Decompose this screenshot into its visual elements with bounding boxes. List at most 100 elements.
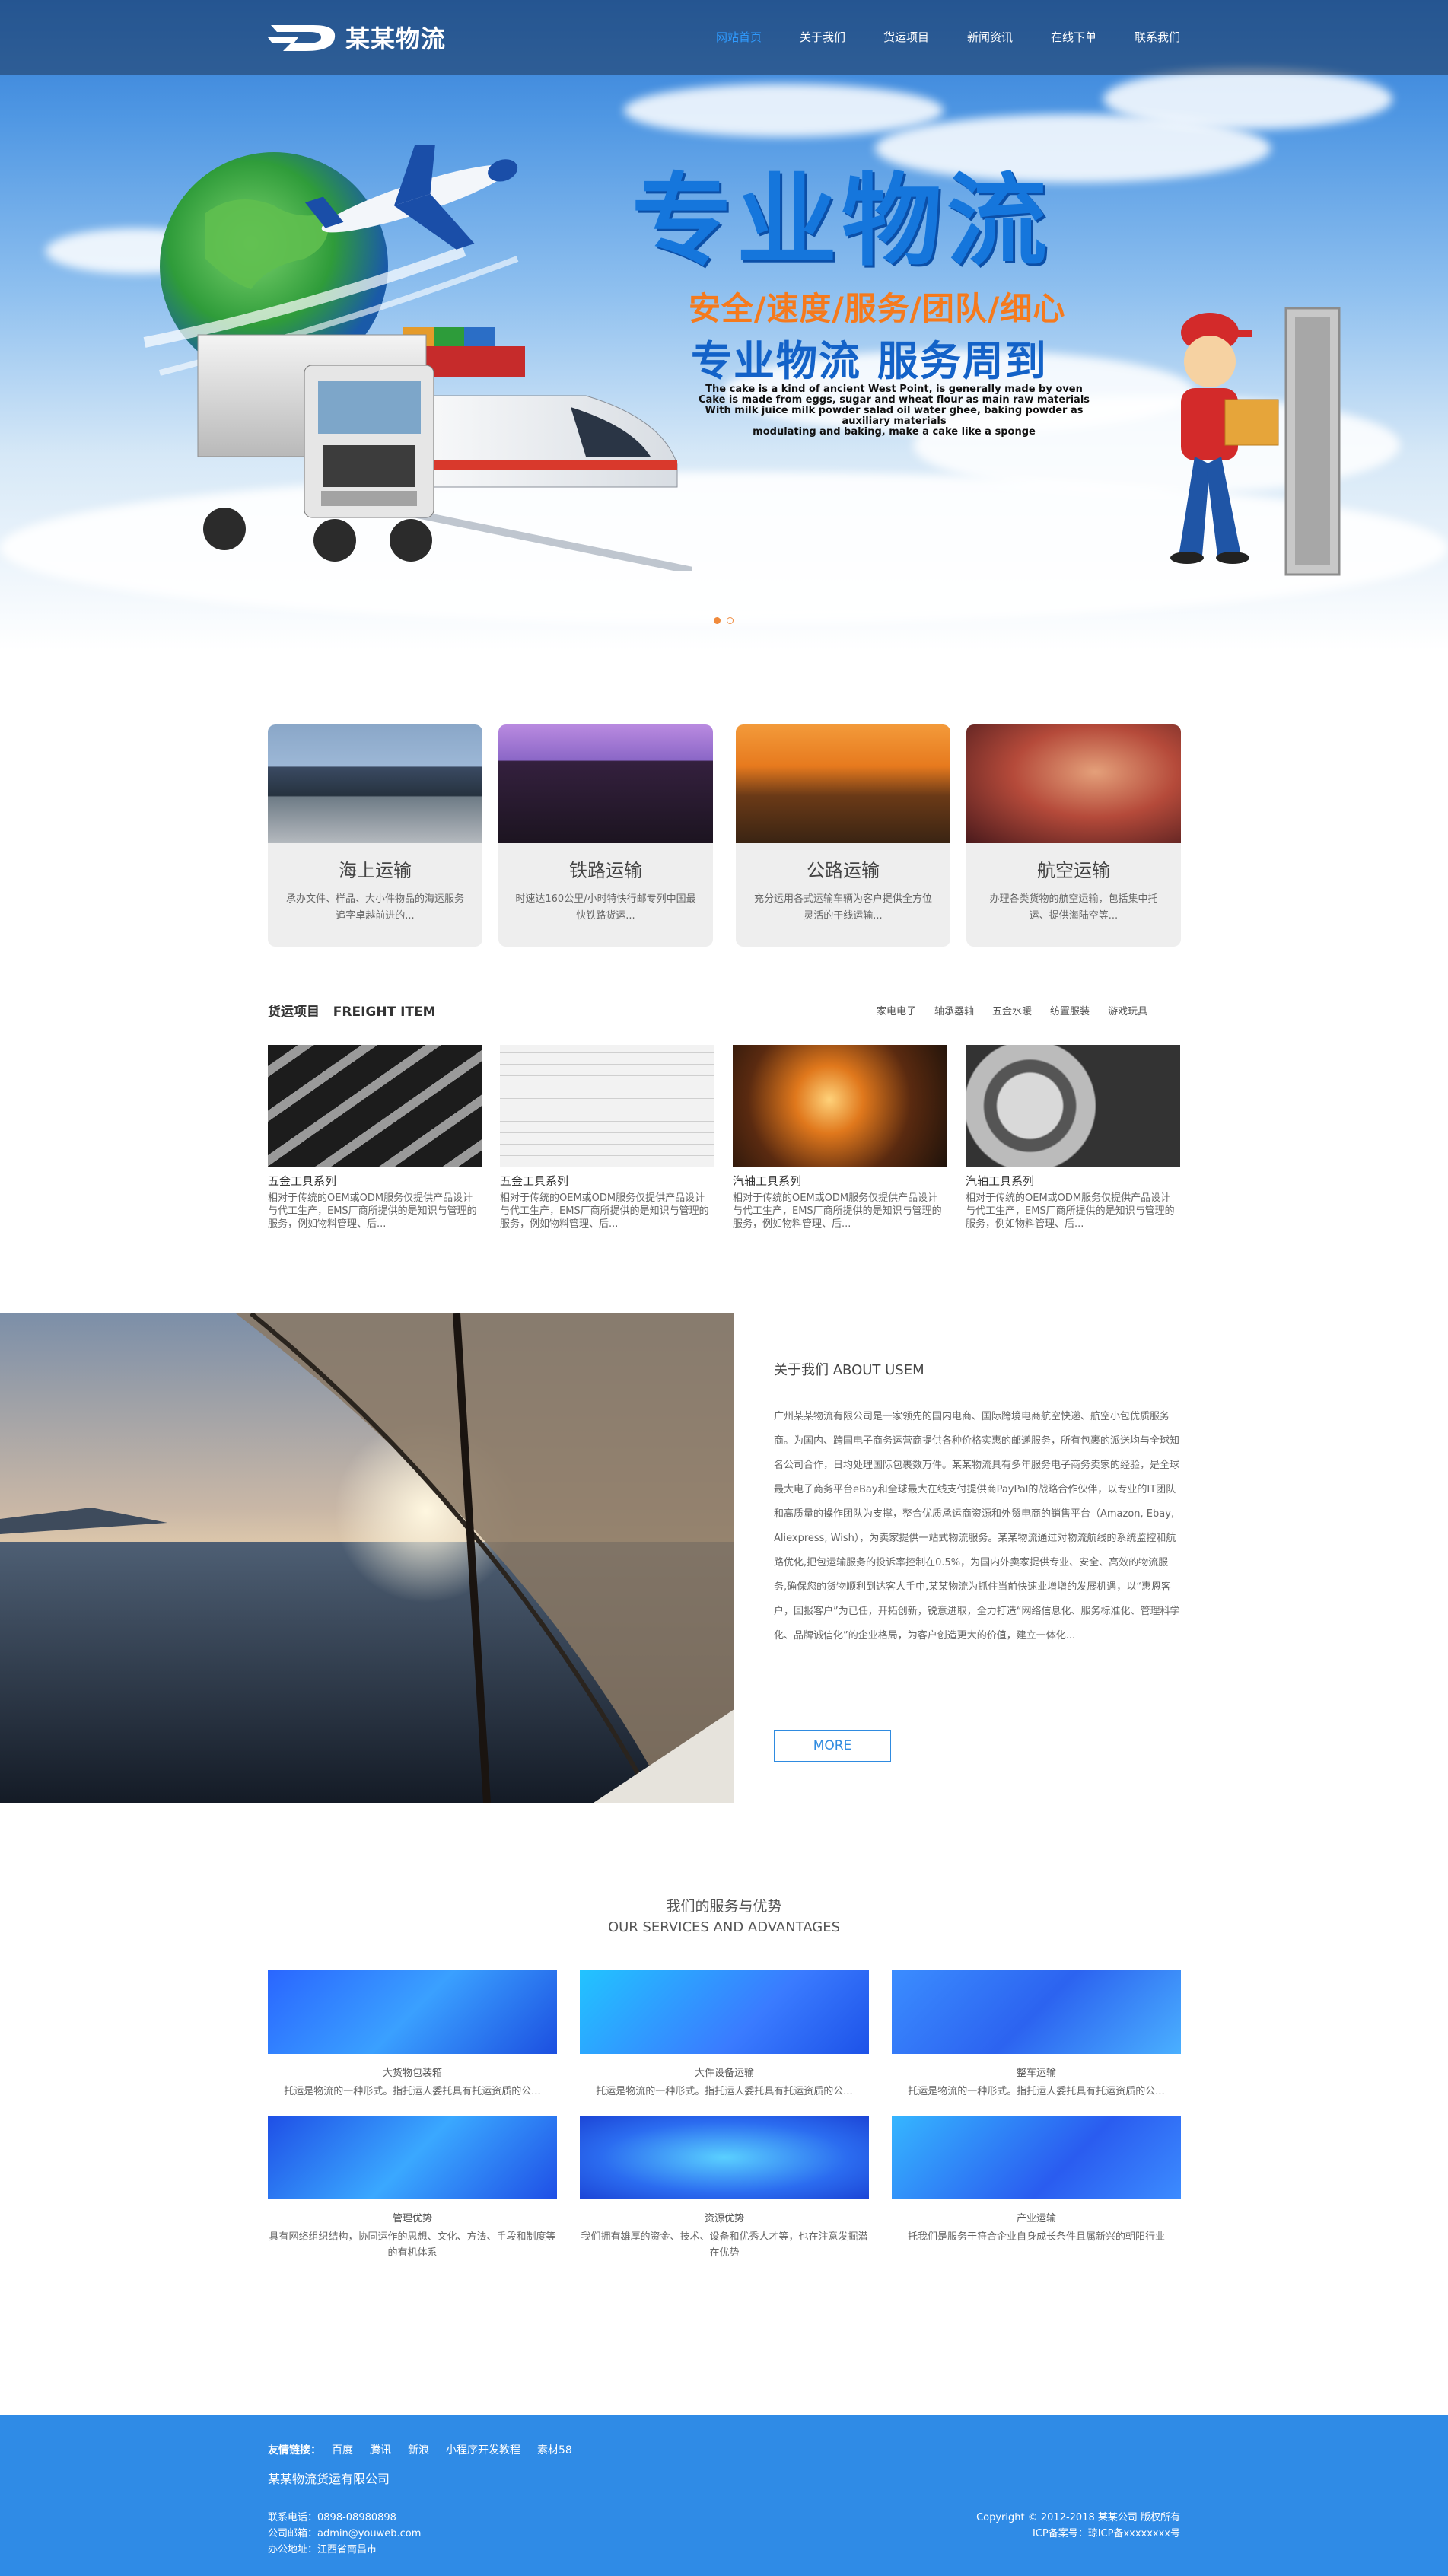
transport-card-rail[interactable]: 铁路运输 时速达160公里/小时特快行邮专列中国最快铁路货运... bbox=[498, 724, 713, 947]
freight-item[interactable]: 汽轴工具系列 相对于传统的OEM或ODM服务仅提供产品设计与代工生产，EMS厂商… bbox=[966, 1045, 1180, 1231]
nav-freight[interactable]: 货运项目 bbox=[864, 29, 948, 45]
service-item[interactable]: 资源优势 我们拥有雄厚的资金、技术、设备和优秀人才等，也在注意发掘潜在优势 bbox=[580, 2116, 869, 2261]
freight-category[interactable]: 轴承器轴 bbox=[934, 1003, 974, 1017]
freight-item-title: 五金工具系列 bbox=[268, 1174, 337, 1188]
card-title: 铁路运输 bbox=[569, 860, 642, 881]
friend-links-label: 友情链接： bbox=[268, 2444, 321, 2457]
freight-item[interactable]: 汽轴工具系列 相对于传统的OEM或ODM服务仅提供产品设计与代工生产，EMS厂商… bbox=[733, 1045, 947, 1231]
nav-order[interactable]: 在线下单 bbox=[1032, 29, 1115, 45]
service-item[interactable]: 管理优势 具有网络组织结构，协同运作的思想、文化、方法、手段和制度等的有机体系 bbox=[268, 2116, 557, 2261]
about-title: 关于我们 ABOUT USEM bbox=[774, 1362, 924, 1378]
trucks-image bbox=[736, 724, 950, 843]
friend-link[interactable]: 素材58 bbox=[537, 2442, 572, 2457]
service-image bbox=[268, 2116, 557, 2199]
cloud bbox=[624, 84, 944, 137]
freight-item[interactable]: 五金工具系列 相对于传统的OEM或ODM服务仅提供产品设计与代工生产，EMS厂商… bbox=[500, 1045, 714, 1231]
service-title: 大货物包装箱 bbox=[382, 2068, 442, 2079]
freight-category[interactable]: 游戏玩具 bbox=[1108, 1003, 1147, 1017]
friend-link[interactable]: 小程序开发教程 bbox=[446, 2442, 520, 2457]
card-title: 公路运输 bbox=[807, 860, 880, 881]
service-image bbox=[892, 1970, 1181, 2054]
service-image bbox=[580, 1970, 869, 2054]
sailboat-image bbox=[0, 1313, 734, 1803]
service-title: 整车运输 bbox=[1016, 2068, 1056, 2079]
nav-about[interactable]: 关于我们 bbox=[781, 29, 864, 45]
freight-item-title: 汽轴工具系列 bbox=[966, 1174, 1035, 1188]
hero-english-line: The cake is a kind of ancient West Point… bbox=[705, 384, 1083, 395]
service-image bbox=[580, 2116, 869, 2199]
logo-icon bbox=[268, 25, 336, 51]
footer: 友情链接： 百度 腾讯 新浪 小程序开发教程 素材58 某某物流货运有限公司 联… bbox=[0, 2415, 1448, 2576]
service-item[interactable]: 整车运输 托运是物流的一种形式。指托运人委托具有托运资质的公... bbox=[892, 1970, 1181, 2100]
footer-copyright: Copyright © 2012-2018 某某公司 版权所有 ICP备案号：琼… bbox=[976, 2510, 1180, 2542]
service-title: 产业运输 bbox=[1016, 2213, 1056, 2224]
courier-illustration bbox=[1170, 307, 1341, 576]
logistics-illustration bbox=[143, 145, 692, 571]
footer-email: 公司邮箱：admin@youweb.com bbox=[268, 2528, 422, 2539]
nav-news[interactable]: 新闻资讯 bbox=[948, 29, 1032, 45]
freight-category[interactable]: 家电电子 bbox=[877, 1003, 916, 1017]
freight-heading: 货运项目 FREIGHT ITEM bbox=[268, 1001, 436, 1020]
service-desc: 具有网络组织结构，协同运作的思想、文化、方法、手段和制度等的有机体系 bbox=[269, 2231, 556, 2259]
card-desc: 充分运用各式运输车辆为客户提供全方位灵活的干线运输... bbox=[753, 893, 932, 922]
service-image bbox=[268, 1970, 557, 2054]
hero-banner: 专业物流 安全/速度/服务/团队/细心 专业物流 服务周到 The cake i… bbox=[0, 0, 1448, 651]
freight-title-en: FREIGHT ITEM bbox=[333, 1005, 436, 1020]
service-image bbox=[892, 2116, 1181, 2199]
logo[interactable]: 某某物流 bbox=[268, 20, 446, 55]
wrenches-image bbox=[268, 1045, 482, 1167]
freight-item-title: 汽轴工具系列 bbox=[733, 1174, 802, 1188]
about-text: 广州某某物流有限公司是一家领先的国内电商、国际跨境电商航空快递、航空小包优质服务… bbox=[774, 1411, 1180, 1641]
brand-name: 某某物流 bbox=[345, 24, 447, 53]
slider-dot[interactable] bbox=[727, 617, 734, 624]
hero-english-line: Cake is made from eggs, sugar and wheat … bbox=[698, 394, 1090, 406]
service-desc: 托我们是服务于符合企业自身成长条件且属新兴的朝阳行业 bbox=[907, 2231, 1165, 2243]
blueprint-image bbox=[500, 1045, 714, 1167]
service-desc: 托运是物流的一种形式。指托运人委托具有托运资质的公... bbox=[596, 2086, 853, 2097]
transport-card-sea[interactable]: 海上运输 承办文件、样品、大小件物品的海运服务追字卓越前进的... bbox=[268, 724, 482, 947]
freight-item-desc: 相对于传统的OEM或ODM服务仅提供产品设计与代工生产，EMS厂商所提供的是知识… bbox=[966, 1192, 1175, 1230]
hero-english-line: With milk juice milk powder salad oil wa… bbox=[705, 405, 1084, 427]
footer-company: 某某物流货运有限公司 bbox=[268, 2472, 390, 2486]
hero-english-text: The cake is a kind of ancient West Point… bbox=[689, 384, 1100, 438]
welding-image bbox=[733, 1045, 947, 1167]
service-title: 管理优势 bbox=[392, 2213, 432, 2224]
freight-item[interactable]: 五金工具系列 相对于传统的OEM或ODM服务仅提供产品设计与代工生产，EMS厂商… bbox=[268, 1045, 482, 1231]
service-title: 资源优势 bbox=[704, 2213, 744, 2224]
service-item[interactable]: 产业运输 托我们是服务于符合企业自身成长条件且属新兴的朝阳行业 bbox=[892, 2116, 1181, 2245]
freight-item-desc: 相对于传统的OEM或ODM服务仅提供产品设计与代工生产，EMS厂商所提供的是知识… bbox=[268, 1192, 477, 1230]
card-desc: 承办文件、样品、大小件物品的海运服务追字卓越前进的... bbox=[285, 893, 464, 922]
freight-item-desc: 相对于传统的OEM或ODM服务仅提供产品设计与代工生产，EMS厂商所提供的是知识… bbox=[733, 1192, 942, 1230]
friend-link[interactable]: 百度 bbox=[332, 2442, 353, 2457]
freight-item-title: 五金工具系列 bbox=[500, 1174, 569, 1188]
card-desc: 时速达160公里/小时特快行邮专列中国最快铁路货运... bbox=[515, 893, 696, 922]
service-item[interactable]: 大货物包装箱 托运是物流的一种形式。指托运人委托具有托运资质的公... bbox=[268, 1970, 557, 2100]
slider-dot[interactable] bbox=[714, 617, 721, 624]
main-nav: 网站首页 关于我们 货运项目 新闻资讯 在线下单 联系我们 bbox=[697, 29, 1199, 45]
hero-subtitle: 安全/速度/服务/团队/细心 bbox=[689, 290, 1066, 327]
friend-links: 友情链接： 百度 腾讯 新浪 小程序开发教程 素材58 bbox=[268, 2442, 572, 2457]
service-title: 大件设备运输 bbox=[694, 2068, 754, 2079]
freight-item-desc: 相对于传统的OEM或ODM服务仅提供产品设计与代工生产，EMS厂商所提供的是知识… bbox=[500, 1192, 709, 1230]
card-title: 航空运输 bbox=[1037, 860, 1110, 881]
card-title: 海上运输 bbox=[339, 860, 412, 881]
nav-home[interactable]: 网站首页 bbox=[697, 29, 781, 45]
freight-category[interactable]: 五金水暖 bbox=[992, 1003, 1032, 1017]
hero-slogan: 专业物流 服务周到 bbox=[691, 337, 1048, 385]
service-desc: 托运是物流的一种形式。指托运人委托具有托运资质的公... bbox=[908, 2086, 1165, 2097]
footer-contact: 联系电话：0898-08980898 公司邮箱：admin@youweb.com… bbox=[268, 2510, 421, 2558]
hero-english-line: modulating and baking, make a cake like … bbox=[753, 426, 1036, 438]
nav-contact[interactable]: 联系我们 bbox=[1115, 29, 1199, 45]
freight-categories: 家电电子 轴承器轴 五金水暖 纺置服装 游戏玩具 bbox=[877, 1003, 1147, 1017]
freight-category[interactable]: 纺置服装 bbox=[1050, 1003, 1090, 1017]
service-item[interactable]: 大件设备运输 托运是物流的一种形式。指托运人委托具有托运资质的公... bbox=[580, 1970, 869, 2100]
transport-card-air[interactable]: 航空运输 办理各类货物的航空运输，包括集中托运、提供海陆空等... bbox=[966, 724, 1181, 947]
more-button[interactable]: MORE bbox=[774, 1730, 891, 1762]
services-title: 我们的服务与优势 bbox=[666, 1898, 782, 1915]
icp-text[interactable]: ICP备案号：琼ICP备xxxxxxxx号 bbox=[976, 2526, 1180, 2542]
cloud bbox=[1103, 68, 1392, 129]
friend-link[interactable]: 腾讯 bbox=[370, 2442, 391, 2457]
rail-image bbox=[498, 724, 713, 843]
friend-link[interactable]: 新浪 bbox=[408, 2442, 429, 2457]
transport-card-road[interactable]: 公路运输 充分运用各式运输车辆为客户提供全方位灵活的干线运输... bbox=[736, 724, 950, 947]
